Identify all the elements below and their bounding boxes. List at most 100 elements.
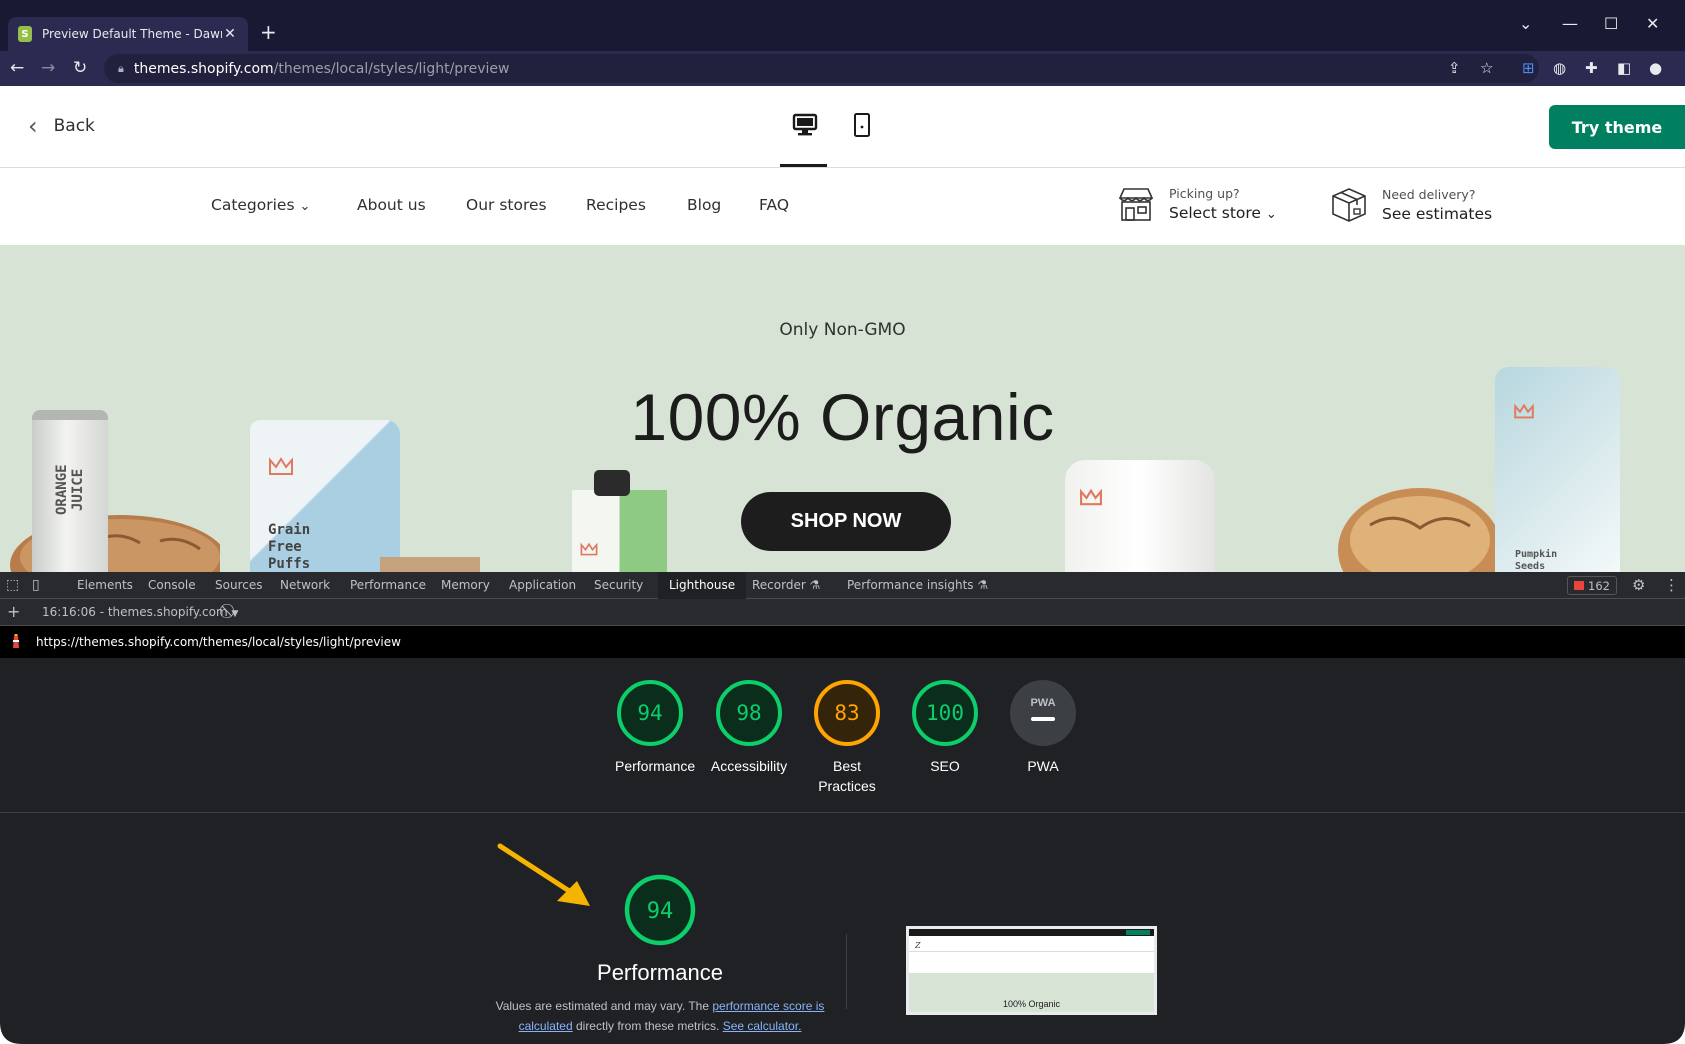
devtools-tab-bar: ⬚ ▯ Elements Console Sources Network Per… (0, 572, 1685, 599)
lighthouse-toolbar: + 16:16:06 - themes.shopify.com ▼ ⃠ (0, 599, 1685, 626)
hero-banner: ORANGE JUICE Grain Free Puffs Pumpkin Se… (0, 245, 1685, 572)
cardboard-box-image (380, 557, 480, 572)
gauge-best-practices[interactable]: 83 Best Practices (812, 678, 882, 796)
maximize-icon[interactable]: ☐ (1604, 14, 1618, 34)
nav-item-our-stores[interactable]: Our stores (466, 196, 547, 214)
tab-performance-insights[interactable]: Performance insights ⚗ (847, 578, 988, 592)
gauge-performance[interactable]: 94 Performance (615, 678, 695, 776)
white-product-bag-image (1065, 460, 1215, 572)
lighthouse-report: 94 Performance 98 Accessibility 83 Best … (0, 658, 1685, 1044)
nav-item-blog[interactable]: Blog (687, 196, 721, 214)
accessibility-score: 98 (736, 701, 761, 725)
best-practices-score: 83 (834, 701, 859, 725)
share-icon[interactable]: ⇪ (1448, 59, 1461, 77)
experiment-flask-icon: ⚗ (977, 578, 989, 592)
seo-score: 100 (926, 701, 964, 725)
tab-sources[interactable]: Sources (215, 578, 262, 592)
inspect-element-icon[interactable]: ⬚ (6, 577, 19, 593)
extensions-puzzle-icon[interactable]: ✚ (1585, 59, 1598, 77)
seo-gauge-ring: 100 (912, 680, 978, 746)
nav-item-about-us[interactable]: About us (357, 196, 426, 214)
tab-performance[interactable]: Performance (350, 578, 426, 592)
best-practices-gauge-ring: 83 (814, 680, 880, 746)
theme-preview-bar: ‹ Back Try theme (0, 86, 1685, 168)
pwa-badge-text: PWA (1030, 697, 1055, 709)
nav-item-recipes[interactable]: Recipes (586, 196, 646, 214)
gauge-seo[interactable]: 100 SEO (910, 678, 980, 776)
performance-note: Values are estimated and may vary. The p… (495, 996, 825, 1036)
minimize-icon[interactable]: — (1562, 14, 1578, 34)
see-estimates-label: See estimates (1382, 205, 1493, 223)
tab-security[interactable]: Security (594, 578, 643, 592)
pickup-select-store[interactable]: Picking up? Select store ⌄ (1117, 186, 1277, 222)
extension-2-icon[interactable]: ◍ (1553, 59, 1566, 77)
pumpkin-seeds-label: Pumpkin Seeds (1515, 549, 1558, 572)
nav-item-faq[interactable]: FAQ (759, 196, 789, 214)
note-prefix: Values are estimated and may vary. The (495, 999, 713, 1013)
main-performance-title: Performance (597, 960, 723, 985)
reload-icon[interactable]: ↻ (73, 57, 87, 79)
browser-tab[interactable]: S Preview Default Theme - Dawn Ed ✕ (8, 17, 248, 51)
dropdown-triangle-icon: ▼ (231, 609, 239, 619)
tab-elements[interactable]: Elements (77, 578, 133, 592)
profile-avatar-icon[interactable]: ● (1649, 59, 1662, 77)
tab-search-chevron-icon[interactable]: ⌄ (1519, 14, 1532, 34)
nav-item-categories[interactable]: Categories ⌄ (211, 196, 310, 214)
desktop-view-icon[interactable] (791, 112, 819, 138)
experiment-flask-icon: ⚗ (809, 578, 821, 592)
issues-counter[interactable]: 162 (1567, 576, 1617, 595)
orange-juice-label: ORANGE JUICE (54, 464, 86, 516)
back-button[interactable]: ‹ Back (28, 114, 95, 138)
main-performance-score: 94 (647, 899, 674, 924)
tab-memory[interactable]: Memory (441, 578, 490, 592)
lighthouse-logo-icon (13, 634, 19, 648)
section-divider (0, 812, 1685, 813)
side-panel-icon[interactable]: ◧ (1617, 59, 1631, 77)
issues-count: 162 (1588, 578, 1610, 593)
window-corner (0, 1022, 22, 1044)
tab-recorder[interactable]: Recorder ⚗ (752, 578, 820, 592)
page-screenshot-thumbnail[interactable]: Z 100% Organic (906, 926, 1157, 1015)
extension-1-icon[interactable]: ⊞ (1522, 59, 1535, 77)
gauge-accessibility[interactable]: 98 Accessibility (711, 678, 787, 776)
back-arrow-icon[interactable]: ← (10, 57, 24, 79)
report-selector[interactable]: 16:16:06 - themes.shopify.com ▼ (42, 605, 238, 619)
performance-gauge-ring: 94 (617, 680, 683, 746)
crown-logo-icon (1080, 488, 1102, 506)
nav-categories-label: Categories (211, 196, 295, 214)
tab-network[interactable]: Network (280, 578, 330, 592)
thumbnail-title: 100% Organic (1002, 999, 1061, 1009)
main-performance-gauge[interactable]: 94 (623, 873, 697, 947)
bookmark-star-icon[interactable]: ☆ (1480, 59, 1493, 77)
browser-toolbar: ← → ↻ 🔒︎ themes.shopify.com/themes/local… (0, 51, 1685, 86)
try-theme-button[interactable]: Try theme (1549, 105, 1685, 149)
tab-application[interactable]: Application (509, 578, 576, 592)
device-toolbar-icon[interactable]: ▯ (32, 577, 40, 593)
url-path: /themes/local/styles/light/preview (273, 60, 510, 77)
new-report-plus-icon[interactable]: + (7, 602, 20, 621)
window-corner (1663, 1022, 1685, 1044)
report-selector-label: 16:16:06 - themes.shopify.com (42, 605, 228, 619)
close-tab-icon[interactable]: ✕ (222, 26, 238, 42)
url-host: themes.shopify.com (133, 60, 274, 77)
performance-score: 94 (637, 701, 662, 725)
address-bar[interactable]: 🔒︎ themes.shopify.com/themes/local/style… (104, 54, 1539, 83)
delivery-prompt: Need delivery? (1382, 187, 1476, 202)
shop-now-button[interactable]: SHOP NOW (741, 492, 951, 551)
settings-gear-icon[interactable]: ⚙ (1632, 576, 1645, 594)
mobile-view-icon[interactable] (848, 112, 876, 138)
delivery-estimates[interactable]: Need delivery? See estimates (1330, 186, 1492, 224)
tab-console[interactable]: Console (148, 578, 196, 592)
see-calculator-link[interactable]: See calculator. (723, 1019, 802, 1033)
gauge-pwa[interactable]: PWA PWA (1008, 678, 1078, 776)
lighthouse-report-url-bar: https://themes.shopify.com/themes/local/… (0, 626, 1685, 658)
more-options-icon[interactable]: ⋮ (1664, 576, 1679, 594)
report-url[interactable]: https://themes.shopify.com/themes/local/… (36, 635, 401, 649)
tab-lighthouse[interactable]: Lighthouse (658, 572, 747, 599)
new-tab-button[interactable]: + (260, 21, 277, 43)
chevron-down-icon: ⌄ (1265, 207, 1277, 222)
pickup-prompt: Picking up? (1169, 186, 1240, 201)
forward-arrow-icon[interactable]: → (41, 57, 55, 79)
close-window-icon[interactable]: ✕ (1646, 14, 1659, 34)
package-box-icon (1332, 188, 1366, 222)
